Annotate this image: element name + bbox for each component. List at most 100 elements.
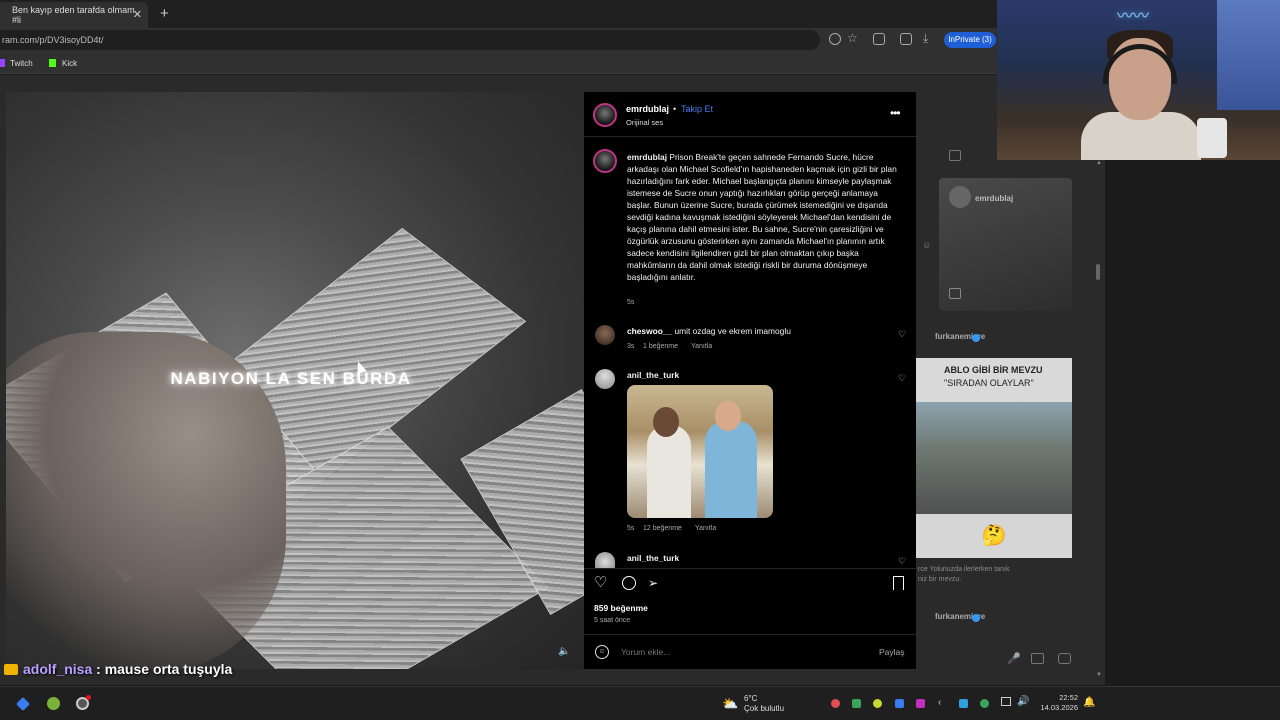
author-avatar[interactable]: [593, 103, 617, 127]
tray-icon[interactable]: [980, 699, 989, 708]
feed-card-user: emrdublaj: [975, 194, 1014, 203]
mic-icon[interactable]: 🎤: [1007, 652, 1021, 665]
extensions-icon[interactable]: [873, 33, 885, 45]
tray-icon[interactable]: [895, 699, 904, 708]
chat-badge-icon: [4, 664, 18, 675]
sticker-icon[interactable]: [1058, 653, 1071, 664]
right-backdrop: [1105, 160, 1280, 685]
webcam-overlay: 〰〰: [997, 0, 1280, 160]
comment-time: 5s: [627, 525, 635, 532]
caption-avatar[interactable]: [593, 149, 617, 173]
comment-avatar[interactable]: [595, 369, 615, 389]
comment-text: umit ozdag ve ekrem imamoglu: [674, 326, 791, 336]
network-icon[interactable]: [1001, 697, 1011, 706]
like-count[interactable]: 859 beğenme: [594, 603, 648, 613]
tab-title: Ben kayıp eden tarafda olmam. #li: [12, 5, 138, 25]
comment-username[interactable]: anil_the_turk: [627, 370, 679, 380]
taskbar-app-icon[interactable]: [47, 697, 60, 710]
post-panel: emrdublaj • Takip Et Orijinal ses ••• em…: [584, 92, 916, 669]
comment-input[interactable]: [621, 647, 841, 657]
favorite-star-icon[interactable]: ☆: [847, 31, 858, 45]
caption-time: 5s: [627, 299, 635, 306]
tracking-prevention-icon[interactable]: [829, 33, 841, 45]
clock-date: 14.03.2026: [1040, 703, 1078, 712]
notification-bell-icon[interactable]: 🔔: [1083, 697, 1095, 708]
new-tab-button[interactable]: +: [160, 5, 169, 22]
like-heart-icon[interactable]: ♡: [594, 575, 608, 590]
comment-username[interactable]: cheswoo__: [627, 326, 672, 336]
more-options-icon[interactable]: •••: [890, 106, 901, 120]
webcam-cup: [1197, 118, 1227, 158]
clock[interactable]: 22:52 14.03.2026: [1036, 693, 1078, 713]
download-icon[interactable]: ⤓: [923, 31, 928, 46]
caption-username[interactable]: emrdublaj: [627, 152, 667, 162]
image-icon[interactable]: [1031, 653, 1044, 664]
reply-button[interactable]: Yanıtla: [695, 525, 716, 532]
comment-like-icon[interactable]: ♡: [898, 373, 907, 383]
save-bookmark-icon[interactable]: [893, 576, 904, 590]
tray-overflow-icon[interactable]: ‹: [938, 697, 941, 708]
collections-icon[interactable]: [900, 33, 912, 45]
audio-label[interactable]: Orijinal ses: [626, 118, 663, 127]
url-field[interactable]: ram.com/p/DV3isoyDD4t/: [0, 30, 820, 50]
mute-icon[interactable]: 🔈: [558, 646, 570, 657]
image-head-left: [653, 407, 679, 437]
feed-card-image: [916, 402, 1072, 514]
inprivate-badge[interactable]: InPrivate (3): [944, 32, 996, 48]
post-comment-button[interactable]: Paylaş: [879, 647, 905, 657]
comment-likes[interactable]: 1 beğenme: [643, 343, 678, 350]
feed-description: rce Yolunuzda ilerlerken tanık niz bir m…: [918, 566, 1010, 583]
clock-time: 22:52: [1059, 693, 1078, 702]
divider: [584, 136, 916, 137]
divider: [584, 568, 916, 569]
reaction-icon: ☺: [922, 240, 932, 250]
twitch-icon: [0, 59, 5, 67]
scroll-down-icon[interactable]: ▼: [1096, 672, 1102, 678]
comment-like-icon[interactable]: ♡: [898, 329, 907, 339]
tray-icon[interactable]: [852, 699, 861, 708]
image-head-right: [715, 401, 741, 431]
emoji-icon[interactable]: ☺: [595, 645, 609, 659]
comment-image[interactable]: [627, 385, 773, 518]
bookmark-twitch[interactable]: Twitch: [10, 59, 33, 68]
share-send-icon[interactable]: ➢: [648, 576, 662, 590]
verified-icon: [972, 334, 980, 342]
comment-bubble-icon[interactable]: [622, 576, 636, 590]
bookmarks-bar: Twitch Kick: [0, 52, 1000, 74]
tab-active[interactable]: Ben kayıp eden tarafda olmam. #li ✕: [0, 2, 148, 28]
scroll-up-icon[interactable]: ▲: [1096, 160, 1102, 166]
tab-bar: Ben kayıp eden tarafda olmam. #li ✕ +: [0, 0, 1000, 28]
tray-icon[interactable]: [873, 699, 882, 708]
comment-like-icon[interactable]: ♡: [898, 556, 907, 566]
tray-icon[interactable]: [831, 699, 840, 708]
post-caption: emrdublaj Prison Break'te geçen sahnede …: [627, 151, 902, 283]
feed-card-title: ABLO GİBİ BİR MEVZU: [944, 365, 1043, 375]
separator-dot: •: [673, 104, 677, 114]
reply-button[interactable]: Yanıtla: [691, 343, 712, 350]
neon-sign-icon: 〰〰: [1117, 8, 1150, 25]
scrollbar[interactable]: ▲ ▼: [1096, 160, 1102, 680]
reel-video[interactable]: NABIYON LA SEN BURDA 🔈: [6, 92, 584, 669]
comment-username[interactable]: anil_the_turk: [627, 553, 679, 563]
volume-icon[interactable]: 🔊: [1017, 696, 1029, 707]
comment-likes[interactable]: 12 beğenme: [643, 525, 682, 532]
weather-desc: Çok bulutlu: [744, 704, 785, 713]
feed-card-1[interactable]: emrdublaj: [939, 178, 1072, 311]
posted-time: 5 saat önce: [594, 617, 631, 624]
feed-card-2[interactable]: ABLO GİBİ BİR MEVZU "SIRADAN OLAYLAR": [916, 358, 1072, 514]
verified-icon: [972, 614, 980, 622]
follow-button[interactable]: Takip Et: [681, 104, 713, 114]
comment-avatar[interactable]: [595, 552, 615, 568]
bookmark-kick[interactable]: Kick: [62, 59, 77, 68]
image-figure-right: [705, 421, 757, 518]
comment-avatar[interactable]: [595, 325, 615, 345]
tray-icon[interactable]: [916, 699, 925, 708]
weather-widget[interactable]: 6°C Çok bulutlu: [744, 694, 784, 714]
weather-icon[interactable]: ⛅: [722, 696, 738, 712]
feed-card-3: 🤔: [916, 514, 1072, 558]
webcam-window: [1217, 0, 1280, 110]
scrollbar-thumb[interactable]: [1096, 264, 1100, 280]
tray-icon[interactable]: [959, 699, 968, 708]
close-tab-icon[interactable]: ✕: [133, 8, 142, 21]
author-username[interactable]: emrdublaj: [626, 104, 669, 114]
